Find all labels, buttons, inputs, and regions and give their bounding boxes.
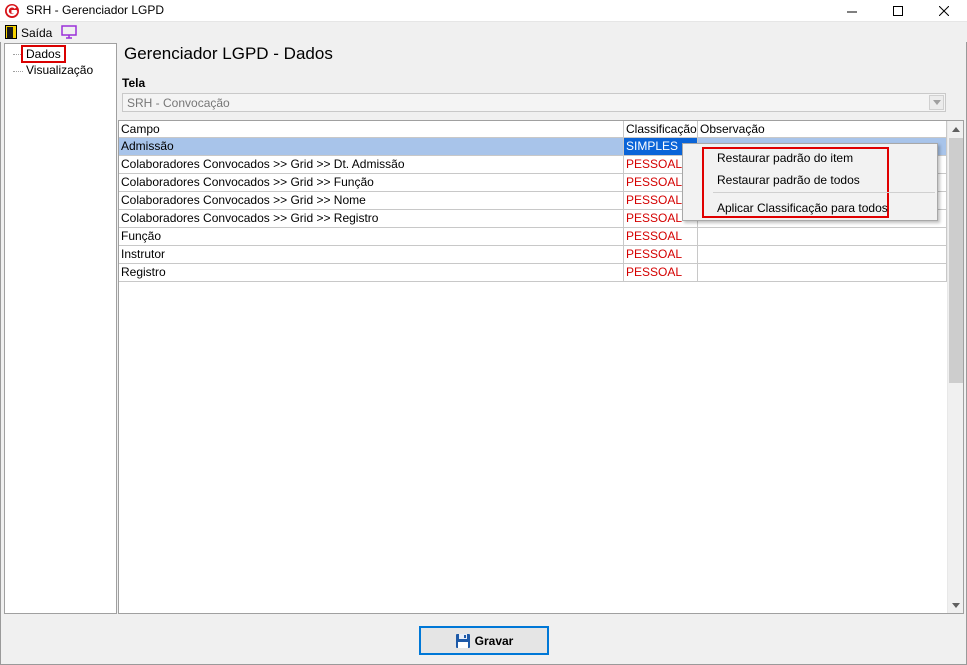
cell-campo[interactable]: Colaboradores Convocados >> Grid >> Funç… [119,174,624,191]
table-row[interactable]: Registro PESSOAL [119,264,947,282]
tela-select-dropdown-button[interactable] [929,95,944,110]
cell-observacao[interactable] [698,246,947,263]
app-logo-icon [5,4,19,18]
column-header-campo[interactable]: Campo [119,121,624,138]
monitor-icon[interactable] [61,25,77,39]
exit-menu-item[interactable]: Saída [21,26,52,40]
cell-classificacao[interactable]: PESSOAL [624,246,698,263]
vertical-scrollbar[interactable] [947,121,963,613]
cell-campo[interactable]: Colaboradores Convocados >> Grid >> Regi… [119,210,624,227]
chevron-up-icon [952,126,960,132]
tela-select[interactable]: SRH - Convocação [122,93,946,112]
maximize-icon [893,6,903,16]
close-button[interactable] [921,0,967,22]
tree-connector [13,71,23,72]
cell-campo[interactable]: Colaboradores Convocados >> Grid >> Nome [119,192,624,209]
cell-observacao[interactable] [698,264,947,281]
table-row[interactable]: Instrutor PESSOAL [119,246,947,264]
menu-item-restaurar-item[interactable]: Restaurar padrão do item [717,151,853,165]
chevron-down-icon [952,602,960,608]
scrollbar-thumb[interactable] [949,138,963,383]
navigation-tree: Dados Visualização [4,43,117,614]
page-title: Gerenciador LGPD - Dados [124,44,333,63]
save-button-label: Gravar [474,633,514,648]
cell-campo[interactable]: Admissão [119,138,624,155]
menu-item-aplicar-todos[interactable]: Aplicar Classificação para todos [717,201,888,215]
cell-classificacao[interactable]: PESSOAL [624,228,698,245]
floppy-disk-icon [455,633,470,648]
tree-item-visualizacao[interactable]: Visualização [26,63,93,77]
chevron-down-icon [932,100,941,105]
menu-item-restaurar-todos[interactable]: Restaurar padrão de todos [717,173,860,187]
close-icon [939,6,949,16]
exit-door-icon[interactable] [5,25,17,39]
table-row[interactable]: Função PESSOAL [119,228,947,246]
cell-campo[interactable]: Colaboradores Convocados >> Grid >> Dt. … [119,156,624,173]
menu-bar: Saída [0,22,967,42]
save-button[interactable]: Gravar [419,626,549,655]
tela-select-value: SRH - Convocação [127,96,230,110]
title-bar: SRH - Gerenciador LGPD [0,0,967,22]
menu-separator [713,192,935,193]
tree-item-dados[interactable]: Dados [21,45,66,63]
maximize-button[interactable] [875,0,921,22]
grid-header: Campo Classificação Observação [119,121,947,138]
cell-campo[interactable]: Instrutor [119,246,624,263]
cell-campo[interactable]: Registro [119,264,624,281]
tela-label: Tela [122,76,146,90]
context-menu: Restaurar padrão do item Restaurar padrã… [682,143,938,221]
cell-campo[interactable]: Função [119,228,624,245]
column-header-classificacao[interactable]: Classificação [624,121,698,138]
scroll-up-button[interactable] [948,121,964,137]
window-title: SRH - Gerenciador LGPD [26,3,165,17]
scroll-down-button[interactable] [948,597,964,613]
column-header-observacao[interactable]: Observação [698,121,947,138]
cell-classificacao[interactable]: PESSOAL [624,264,698,281]
minimize-icon [847,11,857,13]
cell-observacao[interactable] [698,228,947,245]
minimize-button[interactable] [829,0,875,22]
